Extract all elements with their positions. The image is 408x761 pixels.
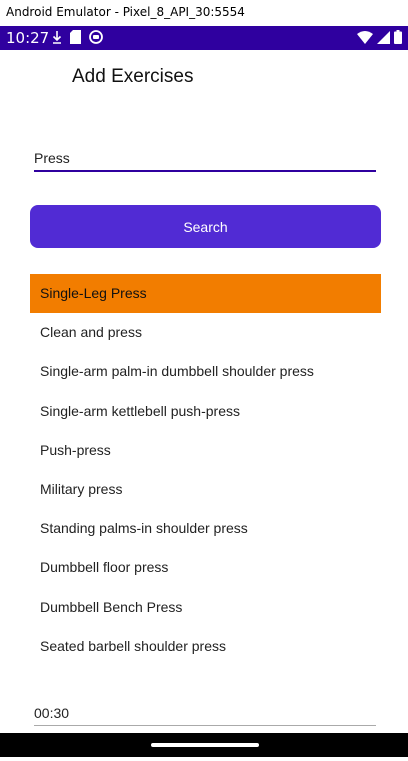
exercise-list-item[interactable]: Dumbbell Bench Press: [30, 588, 381, 627]
search-button[interactable]: Search: [30, 205, 381, 248]
exercise-list-item[interactable]: Clean and press: [30, 313, 381, 352]
bottom-strip: [0, 757, 408, 761]
emulator-window-title: Android Emulator - Pixel_8_API_30:5554: [0, 0, 408, 24]
duration-input[interactable]: [34, 700, 376, 726]
status-icons-right: [357, 30, 402, 44]
battery-icon: [394, 30, 402, 44]
exercise-list-item[interactable]: Seated barbell shoulder press: [30, 627, 381, 666]
home-gesture-handle[interactable]: [151, 743, 259, 747]
sd-card-icon: [70, 30, 81, 44]
exercise-list-item[interactable]: Single-arm kettlebell push-press: [30, 392, 381, 431]
status-icons-left: [52, 30, 103, 44]
download-icon: [52, 31, 62, 44]
app-notification-icon: [89, 30, 103, 44]
navigation-bar: [0, 733, 408, 757]
search-input[interactable]: [34, 146, 376, 172]
exercise-list-item[interactable]: Standing palms-in shoulder press: [30, 509, 381, 548]
cell-signal-icon: [377, 30, 390, 44]
exercise-list-item[interactable]: Single-Leg Press: [30, 274, 381, 314]
exercise-list-item[interactable]: Military press: [30, 470, 381, 509]
exercise-list-item[interactable]: Dumbbell floor press: [30, 548, 381, 587]
wifi-icon: [357, 30, 373, 44]
add-exercises-page: Add Exercises Search Single-Leg Press Cl…: [0, 50, 408, 733]
page-title: Add Exercises: [72, 66, 194, 87]
exercise-list: Single-Leg Press Clean and press Single-…: [30, 274, 381, 666]
exercise-list-item[interactable]: Single-arm palm-in dumbbell shoulder pre…: [30, 352, 381, 391]
status-bar: 10:27: [0, 26, 408, 50]
status-time: 10:27: [6, 29, 50, 47]
exercise-list-item[interactable]: Push-press: [30, 431, 381, 470]
